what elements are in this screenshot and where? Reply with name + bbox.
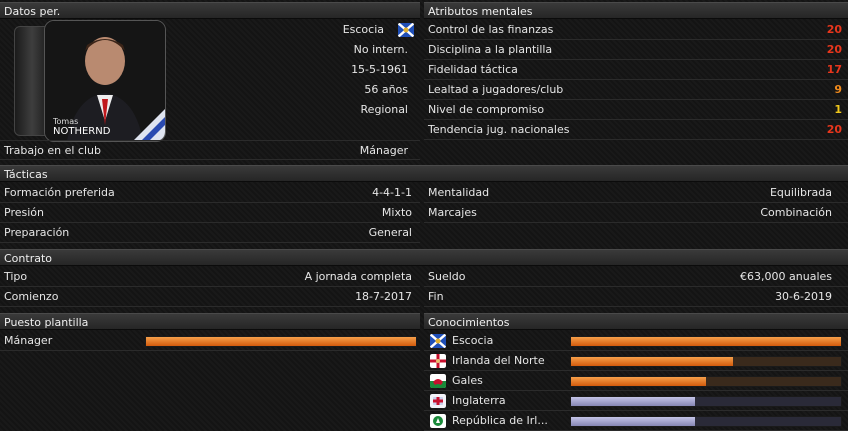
contract-end-value: 30-6-2019 <box>775 290 832 303</box>
knowledge-header: Conocimientos <box>424 313 848 330</box>
knowledge-bar-fill <box>571 377 706 386</box>
knowledge-bar <box>570 396 842 407</box>
mental-attribute-value: 20 <box>826 123 842 136</box>
training-label: Preparación <box>4 226 70 239</box>
tactics-header: Tácticas <box>0 165 848 182</box>
squad-role-header: Puesto plantilla <box>0 313 420 330</box>
contract-type-value: A jornada completa <box>304 270 412 283</box>
mental-attribute-row: Tendencia jug. nacionales 20 <box>424 120 848 140</box>
england-flag-icon <box>430 394 446 408</box>
training-row: Preparación General <box>0 223 420 243</box>
mentality-label: Mentalidad <box>428 186 490 199</box>
knowledge-row: Inglaterra <box>424 391 848 411</box>
pressing-label: Presión <box>4 206 44 219</box>
nationality-value: Escocia <box>342 23 384 36</box>
mental-attribute-value: 9 <box>834 83 842 96</box>
mentality-value: Equilibrada <box>769 186 832 199</box>
wales-flag-icon <box>430 374 446 388</box>
pressing-value: Mixto <box>381 206 412 219</box>
age-value: 56 años <box>364 83 408 96</box>
mental-attribute-value: 20 <box>826 43 842 56</box>
squad-role-bar <box>145 336 417 347</box>
knowledge-label: Inglaterra <box>452 394 506 407</box>
knowledge-bar-fill <box>571 397 695 406</box>
formation-row: Formación preferida 4-4-1-1 <box>0 183 420 203</box>
knowledge-label: Gales <box>452 374 483 387</box>
personal-header: Datos per. <box>0 2 420 19</box>
contract-start-row: Comienzo 18-7-2017 <box>0 287 420 307</box>
birth-date-value: 15-5-1961 <box>351 63 408 76</box>
mental-attribute-label: Tendencia jug. nacionales <box>428 123 570 136</box>
wage-label: Sueldo <box>428 270 466 283</box>
knowledge-row: Escocia <box>424 331 848 351</box>
job-row: Trabajo en el club Mánager <box>0 140 420 160</box>
knowledge-bar <box>570 336 842 347</box>
marking-row: Marcajes Combinación <box>424 203 848 223</box>
mental-attribute-row: Disciplina a la plantilla 20 <box>424 40 848 60</box>
contract-end-row: Fin 30-6-2019 <box>424 287 848 307</box>
photo-caption: Tomas NOTHERND <box>53 117 110 137</box>
job-value: Mánager <box>359 144 408 157</box>
mental-attribute-label: Lealtad a jugadores/club <box>428 83 564 96</box>
northern-ireland-flag-icon <box>430 354 446 368</box>
scotland-flag-icon <box>430 334 446 348</box>
contract-type-label: Tipo <box>4 270 28 283</box>
formation-label: Formación preferida <box>4 186 115 199</box>
mental-attribute-row: Nivel de compromiso 1 <box>424 100 848 120</box>
reputation-row: Regional <box>170 100 420 120</box>
mental-attribute-row: Control de las finanzas 20 <box>424 20 848 40</box>
photo-last-name: NOTHERND <box>53 126 111 137</box>
squad-role-bar-fill <box>146 337 416 346</box>
contract-type-row: Tipo A jornada completa <box>0 267 420 287</box>
mental-attribute-value: 20 <box>826 23 842 36</box>
ireland-flag-icon <box>430 414 446 428</box>
contract-start-label: Comienzo <box>4 290 59 303</box>
mentality-row: Mentalidad Equilibrada <box>424 183 848 203</box>
knowledge-bar-fill <box>571 417 695 426</box>
photo-first-name: Tomas <box>53 117 79 126</box>
scotland-flag-icon <box>398 23 414 37</box>
contract-start-value: 18-7-2017 <box>355 290 412 303</box>
knowledge-row: Gales <box>424 371 848 391</box>
mental-attribute-row: Lealtad a jugadores/club 9 <box>424 80 848 100</box>
mental-attribute-label: Disciplina a la plantilla <box>428 43 553 56</box>
contract-header: Contrato <box>0 249 848 266</box>
manager-photo: Tomas NOTHERND <box>44 20 166 142</box>
squad-role-row: Mánager <box>0 331 420 351</box>
knowledge-row: Irlanda del Norte <box>424 351 848 371</box>
mental-attribute-value: 17 <box>826 63 842 76</box>
knowledge-label: Escocia <box>452 334 494 347</box>
age-row: 56 años <box>170 80 420 100</box>
knowledge-bar <box>570 356 842 367</box>
pressing-row: Presión Mixto <box>0 203 420 223</box>
training-value: General <box>368 226 412 239</box>
mental-attribute-row: Fidelidad táctica 17 <box>424 60 848 80</box>
reputation-value: Regional <box>360 103 408 116</box>
formation-value: 4-4-1-1 <box>372 186 412 199</box>
knowledge-label: República de Irl... <box>452 414 548 427</box>
marking-value: Combinación <box>760 206 832 219</box>
mental-header: Atributos mentales <box>424 2 848 19</box>
contract-end-label: Fin <box>428 290 444 303</box>
mental-attribute-label: Fidelidad táctica <box>428 63 518 76</box>
job-label: Trabajo en el club <box>4 144 101 157</box>
knowledge-bar <box>570 416 842 427</box>
wage-value: €63,000 anuales <box>740 270 832 283</box>
knowledge-bar-fill <box>571 337 841 346</box>
knowledge-bar-fill <box>571 357 733 366</box>
marking-label: Marcajes <box>428 206 477 219</box>
squad-role-label: Mánager <box>4 334 53 347</box>
mental-attribute-value: 1 <box>834 103 842 116</box>
knowledge-row: República de Irl... <box>424 411 848 431</box>
birth-date-row: 15-5-1961 <box>170 60 420 80</box>
knowledge-label: Irlanda del Norte <box>452 354 545 367</box>
mental-attribute-label: Control de las finanzas <box>428 23 554 36</box>
nationality-row: Escocia <box>170 20 420 40</box>
mental-attribute-label: Nivel de compromiso <box>428 103 545 116</box>
knowledge-bar <box>570 376 842 387</box>
international-row: No intern. <box>170 40 420 60</box>
international-value: No intern. <box>353 43 408 56</box>
wage-row: Sueldo €63,000 anuales <box>424 267 848 287</box>
